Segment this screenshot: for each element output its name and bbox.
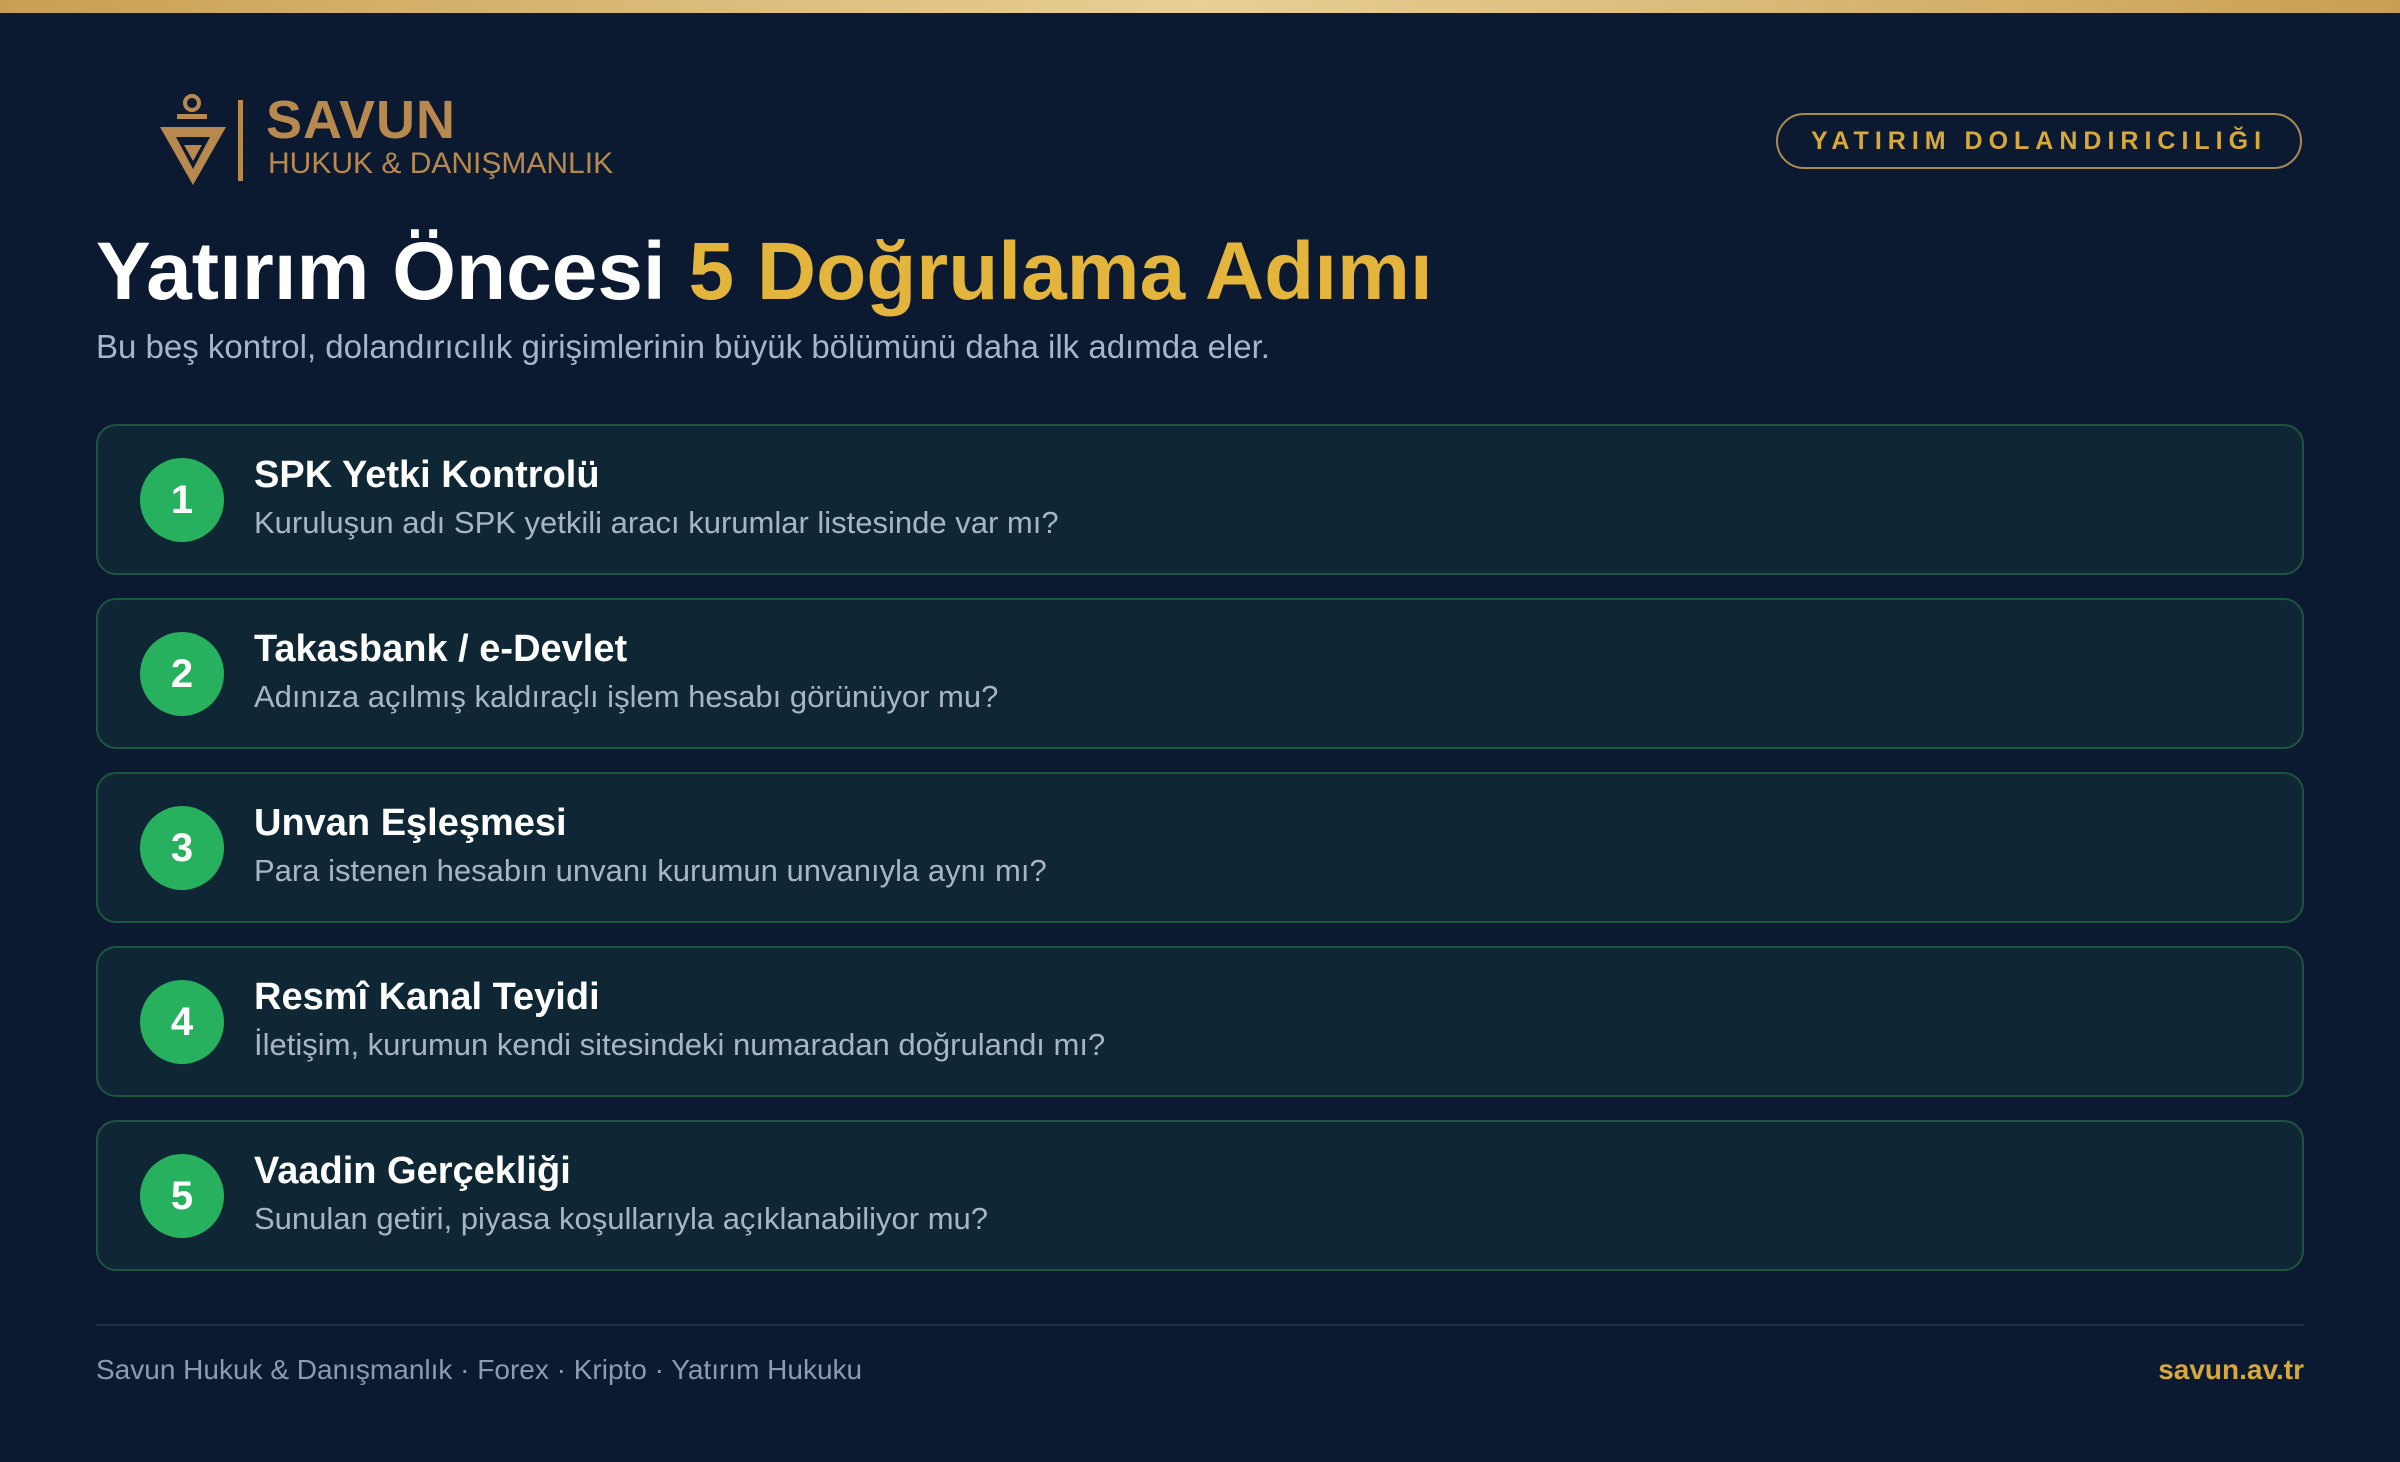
step-description: Sunulan getiri, piyasa koşullarıyla açık… (254, 1201, 989, 1236)
title-accent: 5 Doğrulama Adımı (688, 226, 1433, 317)
step-description: Kuruluşun adı SPK yetkili aracı kurumlar… (254, 505, 1059, 540)
title-main: Yatırım Öncesi (96, 226, 689, 317)
step-title: Resmî Kanal Teyidi (254, 976, 600, 1018)
step-card: 4 Resmî Kanal Teyidi İletişim, kurumun k… (96, 946, 2304, 1097)
step-title: Unvan Eşleşmesi (254, 802, 567, 844)
step-title: Takasbank / e-Devlet (254, 628, 628, 670)
step-number-badge: 2 (140, 632, 224, 716)
step-description: Para istenen hesabın unvanı kurumun unva… (254, 853, 1047, 888)
step-description: Adınıza açılmış kaldıraçlı işlem hesabı … (254, 679, 999, 714)
footer-divider (96, 1324, 2304, 1326)
step-description: İletişim, kurumun kendi sitesindeki numa… (254, 1027, 1106, 1062)
step-number-badge: 5 (140, 1154, 224, 1238)
footer-website: savun.av.tr (2158, 1354, 2304, 1385)
page-subtitle: Bu beş kontrol, dolandırıcılık girişimle… (96, 328, 1270, 365)
page-title: Yatırım Öncesi 5 Doğrulama Adımı (96, 225, 1433, 319)
top-accent-bar (0, 0, 2400, 13)
step-card: 1 SPK Yetki Kontrolü Kuruluşun adı SPK y… (96, 424, 2304, 575)
step-number-badge: 4 (140, 980, 224, 1064)
step-number-badge: 1 (140, 458, 224, 542)
step-number-badge: 3 (140, 806, 224, 890)
footer-text: Savun Hukuk & Danışmanlık · Forex · Krip… (96, 1354, 863, 1385)
step-card: 5 Vaadin Gerçekliği Sunulan getiri, piya… (96, 1120, 2304, 1271)
step-title: SPK Yetki Kontrolü (254, 454, 600, 496)
logo-divider (238, 100, 243, 181)
brand-subtitle: HUKUK & DANIŞMANLIK (268, 147, 614, 180)
category-badge: YATIRIM DOLANDIRICILIĞI (1776, 113, 2302, 169)
step-card: 2 Takasbank / e-Devlet Adınıza açılmış k… (96, 598, 2304, 749)
step-title: Vaadin Gerçekliği (254, 1150, 571, 1192)
savun-logo-icon (160, 94, 226, 185)
steps-list: 1 SPK Yetki Kontrolü Kuruluşun adı SPK y… (96, 424, 2304, 1294)
step-card: 3 Unvan Eşleşmesi Para istenen hesabın u… (96, 772, 2304, 923)
brand-name: SAVUN (266, 90, 457, 150)
